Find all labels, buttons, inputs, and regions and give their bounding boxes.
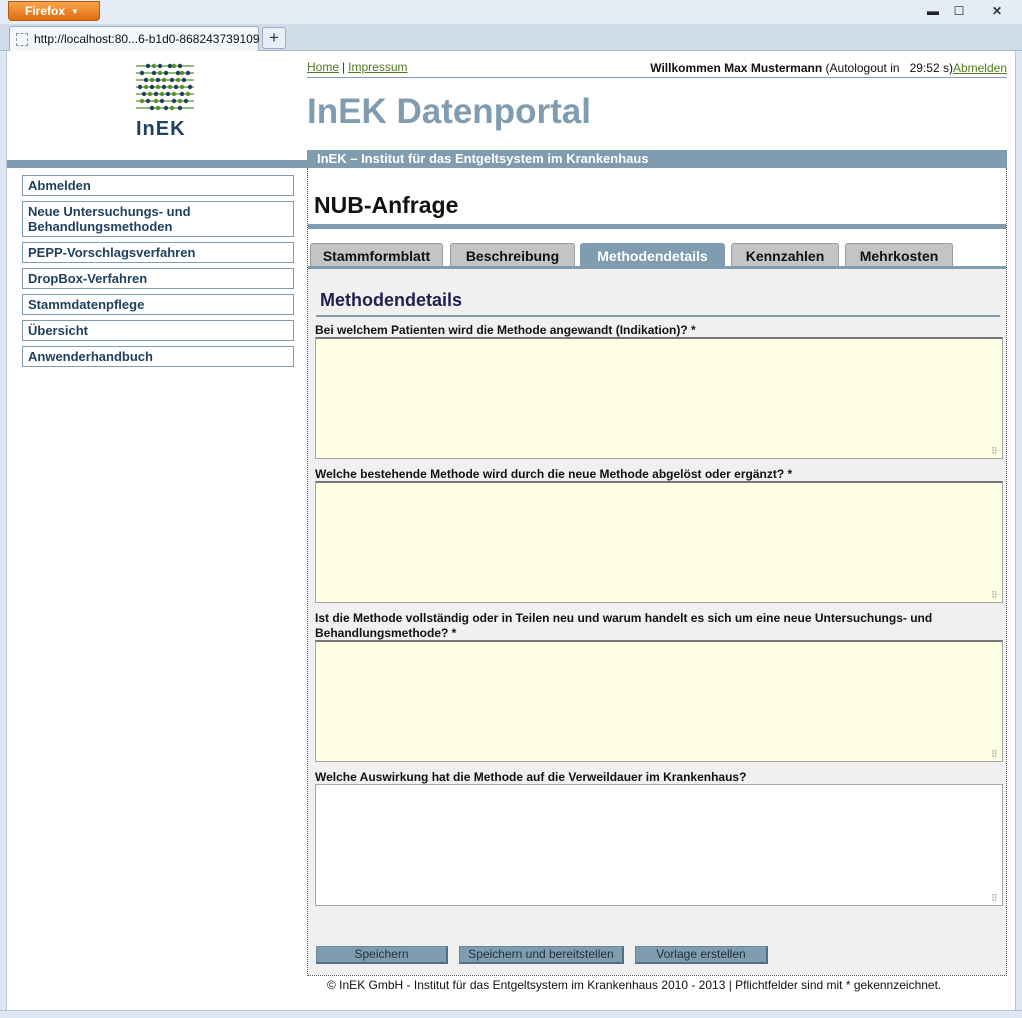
- resize-grip-icon[interactable]: ⠿: [991, 590, 1001, 600]
- resize-grip-icon[interactable]: ⠿: [991, 893, 1001, 903]
- resize-grip-icon[interactable]: ⠿: [991, 446, 1001, 456]
- window-frame-right: [1015, 51, 1022, 1018]
- logout-link[interactable]: Abmelden: [953, 61, 1007, 75]
- sidebar-item-pepp[interactable]: PEPP-Vorschlagsverfahren: [22, 242, 294, 263]
- sidebar-item-dropbox[interactable]: DropBox-Verfahren: [22, 268, 294, 289]
- link-separator: |: [342, 60, 346, 74]
- portal-title: InEK Datenportal: [307, 92, 591, 131]
- firefox-menu-button[interactable]: Firefox ▼: [8, 1, 100, 21]
- form-area: Methodendetails Bei welchem Patienten wi…: [308, 269, 1006, 975]
- window-frame-bottom: [0, 1010, 1022, 1018]
- tab-beschreibung[interactable]: Beschreibung: [450, 243, 575, 267]
- close-window-button[interactable]: ✕: [976, 2, 1018, 20]
- resize-grip-icon[interactable]: ⠿: [991, 749, 1001, 759]
- verweildauer-field[interactable]: [315, 784, 1003, 906]
- welcome-text: Willkommen Max Mustermann: [650, 61, 823, 75]
- sidebar-item-anwenderhandbuch[interactable]: Anwenderhandbuch: [22, 346, 294, 367]
- question-label-methode: Welche bestehende Methode wird durch die…: [315, 467, 793, 481]
- question-label-verweildauer: Welche Auswirkung hat die Methode auf di…: [315, 770, 747, 784]
- tab-kennzahlen[interactable]: Kennzahlen: [731, 243, 839, 267]
- maximize-button[interactable]: ☐: [946, 2, 972, 20]
- main-content: NUB-Anfrage Stammformblatt Beschreibung …: [307, 168, 1007, 976]
- chevron-down-icon: ▼: [71, 7, 79, 16]
- header-divider: [307, 77, 1007, 78]
- sidebar-item-uebersicht[interactable]: Übersicht: [22, 320, 294, 341]
- neuheit-field[interactable]: [315, 640, 1003, 762]
- tab-stammformblatt[interactable]: Stammformblatt: [310, 243, 443, 267]
- browser-tabstrip: http://localhost:80...6-b1d0-86824373910…: [0, 24, 1022, 51]
- autologout-timer: 29:52 s): [909, 61, 953, 75]
- section-title: Methodendetails: [320, 290, 463, 310]
- firefox-menu-label: Firefox: [25, 4, 66, 18]
- top-links: Home | Impressum: [307, 60, 407, 74]
- sidebar-item-nub[interactable]: Neue Untersuchungs- und Behandlungsmetho…: [22, 201, 294, 237]
- page-footer: © InEK GmbH - Institut für das Entgeltsy…: [327, 978, 942, 992]
- section-divider: [316, 315, 1000, 317]
- save-and-provide-button[interactable]: Speichern und bereitstellen: [459, 946, 624, 964]
- create-template-button[interactable]: Vorlage erstellen: [635, 946, 768, 964]
- impressum-link[interactable]: Impressum: [348, 60, 407, 74]
- tab-methodendetails[interactable]: Methodendetails: [580, 243, 725, 267]
- sidebar-nav: Abmelden Neue Untersuchungs- und Behandl…: [22, 175, 294, 372]
- question-label-indikation: Bei welchem Patienten wird die Methode a…: [315, 323, 696, 337]
- institute-band: InEK – Institut für das Entgeltsystem im…: [307, 150, 1007, 168]
- indikation-field[interactable]: [315, 337, 1003, 459]
- autologout-text: (Autologout in: [825, 61, 900, 75]
- browser-titlebar: Firefox ▼ ▬ ☐ ✕: [0, 0, 1022, 24]
- new-tab-button[interactable]: +: [262, 27, 286, 49]
- browser-tab[interactable]: http://localhost:80...6-b1d0-86824373910…: [9, 26, 260, 51]
- welcome-area: Willkommen Max Mustermann (Autologout in…: [650, 61, 1007, 75]
- page-favicon-icon: [16, 33, 28, 46]
- sidebar-item-abmelden[interactable]: Abmelden: [22, 175, 294, 196]
- logo-text: InEK: [136, 118, 186, 140]
- tab-mehrkosten[interactable]: Mehrkosten: [845, 243, 953, 267]
- question-label-neuheit: Ist die Methode vollständig oder in Teil…: [315, 611, 933, 640]
- sidebar-top-band: [7, 160, 307, 168]
- methode-field[interactable]: [315, 481, 1003, 603]
- sidebar-item-stammdatenpflege[interactable]: Stammdatenpflege: [22, 294, 294, 315]
- form-tabs: Stammformblatt Beschreibung Methodendeta…: [308, 243, 1006, 267]
- page-title: NUB-Anfrage: [314, 192, 459, 218]
- browser-tab-title: http://localhost:80...6-b1d0-86824373910…: [34, 32, 260, 46]
- title-divider: [308, 224, 1006, 229]
- home-link[interactable]: Home: [307, 60, 339, 74]
- save-button[interactable]: Speichern: [316, 946, 448, 964]
- minimize-button[interactable]: ▬: [920, 2, 946, 20]
- window-frame-left: [0, 51, 7, 1018]
